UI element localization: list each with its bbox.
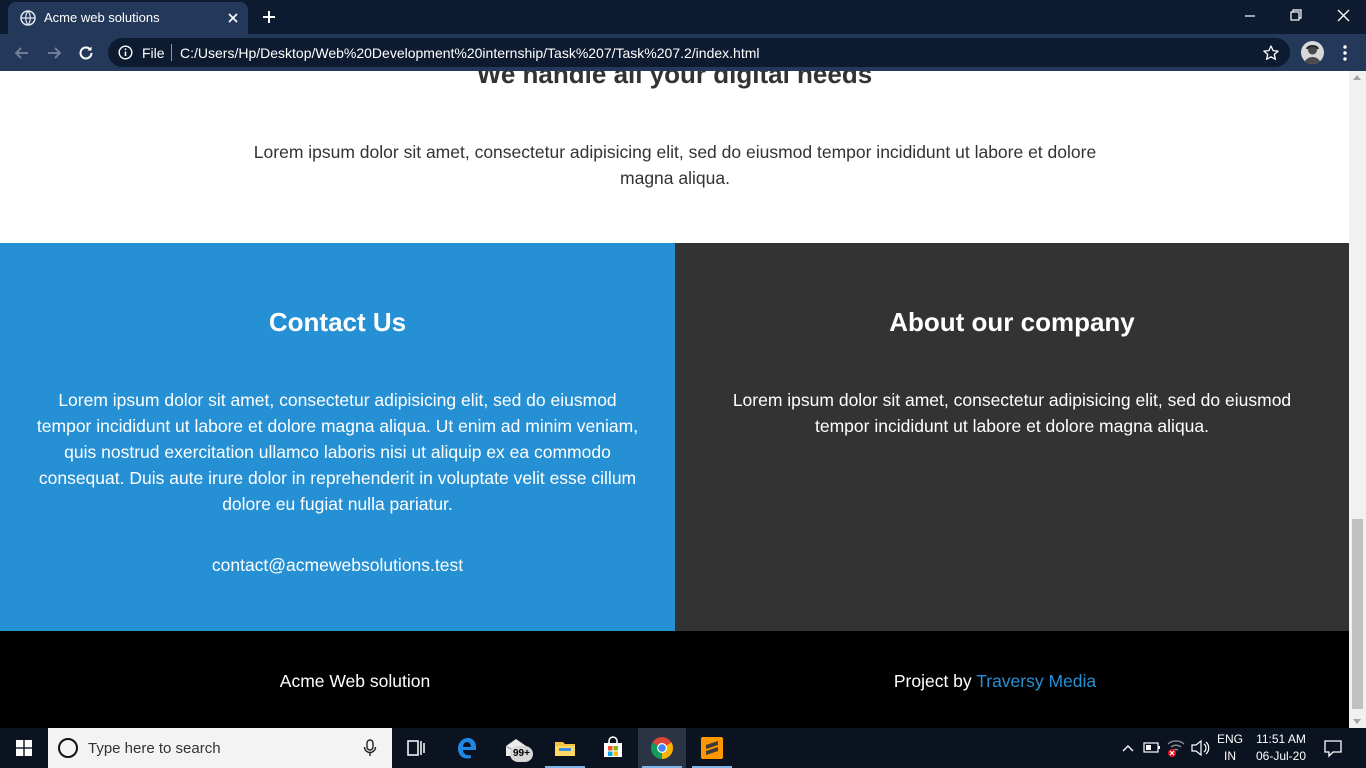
mail-badge: 99+ xyxy=(510,746,533,762)
language-code: ENG xyxy=(1216,732,1243,746)
scroll-thumb[interactable] xyxy=(1352,519,1363,709)
tab-title: Acme web solutions xyxy=(44,10,160,25)
restore-icon[interactable] xyxy=(1284,6,1308,26)
browser-toolbar: File C:/Users/Hp/Desktop/Web%20Developme… xyxy=(0,34,1366,71)
sublime-text-icon[interactable] xyxy=(688,728,736,768)
profile-avatar[interactable] xyxy=(1301,41,1324,64)
battery-icon[interactable] xyxy=(1142,728,1162,768)
address-divider xyxy=(171,44,172,61)
scroll-down-icon[interactable] xyxy=(1353,719,1361,724)
arrow-left-icon[interactable] xyxy=(12,43,32,63)
plus-icon[interactable] xyxy=(260,8,278,26)
folder-icon[interactable] xyxy=(541,728,589,768)
arrow-right-icon[interactable] xyxy=(44,43,64,63)
contact-title: Contact Us xyxy=(268,307,407,337)
microphone-icon[interactable] xyxy=(363,738,377,758)
showcase-text: Lorem ipsum dolor sit amet, consectetur … xyxy=(253,142,1097,188)
windows-logo-icon[interactable] xyxy=(0,728,48,768)
input-language[interactable]: ENG IN xyxy=(1212,731,1248,765)
star-icon[interactable] xyxy=(1262,44,1280,62)
region-code: IN xyxy=(1224,749,1236,763)
scroll-up-icon[interactable] xyxy=(1353,75,1361,80)
page-scrollbar[interactable] xyxy=(1349,71,1366,728)
chevron-up-icon[interactable] xyxy=(1119,728,1137,768)
clock-date: 06-Jul-20 xyxy=(1255,749,1307,763)
url-text[interactable]: C:/Users/Hp/Desktop/Web%20Development%20… xyxy=(180,45,759,61)
speaker-icon[interactable] xyxy=(1190,728,1210,768)
windows-taskbar: Type here to search 99+ ENG IN 11:51 AM … xyxy=(0,728,1366,768)
browser-tab-strip: Acme web solutions xyxy=(0,0,1366,34)
kebab-menu-icon[interactable] xyxy=(1337,43,1353,63)
store-icon[interactable] xyxy=(589,728,637,768)
footer-brand: Acme Web solution xyxy=(279,671,431,691)
about-text: Lorem ipsum dolor sit amet, consectetur … xyxy=(732,390,1292,436)
about-title: About our company xyxy=(889,307,1135,337)
window-close-icon[interactable] xyxy=(1331,6,1355,26)
browser-tab[interactable]: Acme web solutions xyxy=(8,2,248,34)
wifi-off-icon[interactable] xyxy=(1165,728,1187,768)
globe-icon xyxy=(20,10,36,26)
footer-credit: Project by Traversy Media xyxy=(640,671,1349,692)
footer-credit-prefix: Project by xyxy=(893,671,972,691)
traversy-media-link[interactable]: Traversy Media xyxy=(976,671,1096,691)
close-icon[interactable] xyxy=(224,9,242,27)
mail-icon[interactable]: 99+ xyxy=(492,728,540,768)
taskbar-search[interactable]: Type here to search xyxy=(48,728,392,768)
scheme-label: File xyxy=(142,45,165,61)
info-icon[interactable] xyxy=(118,45,133,60)
address-bar[interactable]: File C:/Users/Hp/Desktop/Web%20Developme… xyxy=(108,38,1290,67)
search-placeholder: Type here to search xyxy=(88,740,221,757)
task-view-icon[interactable] xyxy=(392,728,440,768)
page-footer: Acme Web solution Project by Traversy Me… xyxy=(0,631,1349,728)
showcase-heading: We handle all your digital needs xyxy=(476,71,873,89)
clock[interactable]: 11:51 AM 06-Jul-20 xyxy=(1250,731,1312,765)
page-viewport: We handle all your digital needs Lorem i… xyxy=(0,71,1349,728)
chrome-icon[interactable] xyxy=(638,728,686,768)
contact-email: contact@acmewebsolutions.test xyxy=(211,555,464,575)
contact-text: Lorem ipsum dolor sit amet, consectetur … xyxy=(36,390,639,514)
contact-section: Contact Us Lorem ipsum dolor sit amet, c… xyxy=(0,243,675,631)
minimize-icon[interactable] xyxy=(1238,6,1262,26)
notification-icon[interactable] xyxy=(1320,728,1346,768)
search-ring-icon xyxy=(58,738,78,758)
about-section: About our company Lorem ipsum dolor sit … xyxy=(675,243,1349,631)
clock-time: 11:51 AM xyxy=(1256,732,1306,746)
edge-icon[interactable] xyxy=(443,728,491,768)
reload-icon[interactable] xyxy=(76,43,96,63)
